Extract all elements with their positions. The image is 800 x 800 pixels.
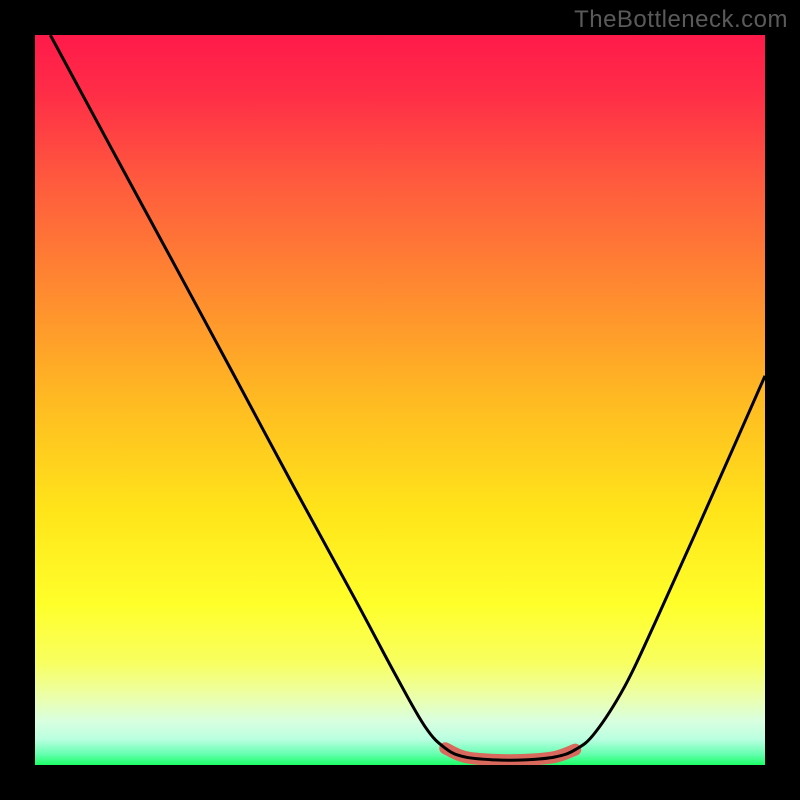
- gradient-background: [35, 35, 765, 765]
- watermark-text: TheBottleneck.com: [574, 6, 788, 34]
- bottleneck-chart: [35, 35, 765, 765]
- chart-frame: TheBottleneck.com: [0, 0, 800, 800]
